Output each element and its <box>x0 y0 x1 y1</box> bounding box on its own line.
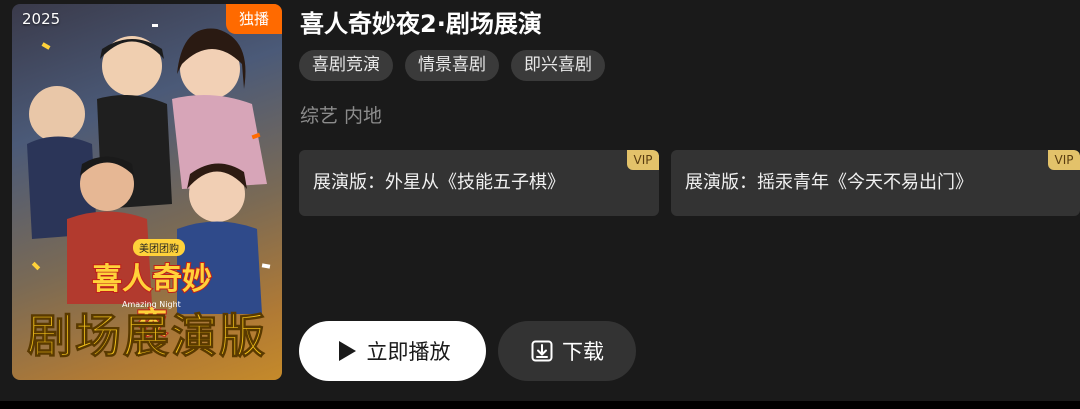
show-detail-card: 2025 独播 美团团购 喜人奇妙夜 Amazing Night 剧场展演版 喜… <box>0 0 1080 401</box>
show-title: 喜人奇妙夜2·剧场展演 <box>300 10 542 38</box>
genre-tag[interactable]: 情景喜剧 <box>405 50 499 81</box>
play-now-button[interactable]: 立即播放 <box>299 321 486 381</box>
poster-year: 2025 <box>22 10 61 28</box>
vip-badge: VIP <box>1048 150 1080 170</box>
exclusive-badge: 独播 <box>226 4 282 34</box>
genre-tags: 喜剧竞演 情景喜剧 即兴喜剧 <box>299 50 605 81</box>
action-buttons: 立即播放 下载 <box>299 321 636 381</box>
vip-badge: VIP <box>627 150 659 170</box>
poster-bottom-title: 剧场展演版 <box>27 309 267 364</box>
episode-card[interactable]: 展演版：外星从《技能五子棋》 VIP <box>299 150 659 216</box>
episode-list: 展演版：外星从《技能五子棋》 VIP 展演版：摇汞青年《今天不易出门》 VIP <box>299 150 1080 216</box>
poster-image[interactable]: 2025 独播 美团团购 喜人奇妙夜 Amazing Night 剧场展演版 <box>12 4 282 380</box>
genre-tag[interactable]: 即兴喜剧 <box>511 50 605 81</box>
episode-label: 展演版：外星从《技能五子棋》 <box>313 172 565 193</box>
episode-label: 展演版：摇汞青年《今天不易出门》 <box>685 172 973 193</box>
download-label: 下载 <box>562 340 604 364</box>
download-button[interactable]: 下载 <box>498 321 636 381</box>
download-icon <box>530 339 554 363</box>
bottom-divider <box>0 401 1080 409</box>
episode-card[interactable]: 展演版：摇汞青年《今天不易出门》 VIP <box>671 150 1080 216</box>
genre-tag[interactable]: 喜剧竞演 <box>299 50 393 81</box>
show-meta: 综艺 内地 <box>300 105 383 127</box>
play-icon <box>335 339 359 363</box>
play-now-label: 立即播放 <box>366 340 451 364</box>
